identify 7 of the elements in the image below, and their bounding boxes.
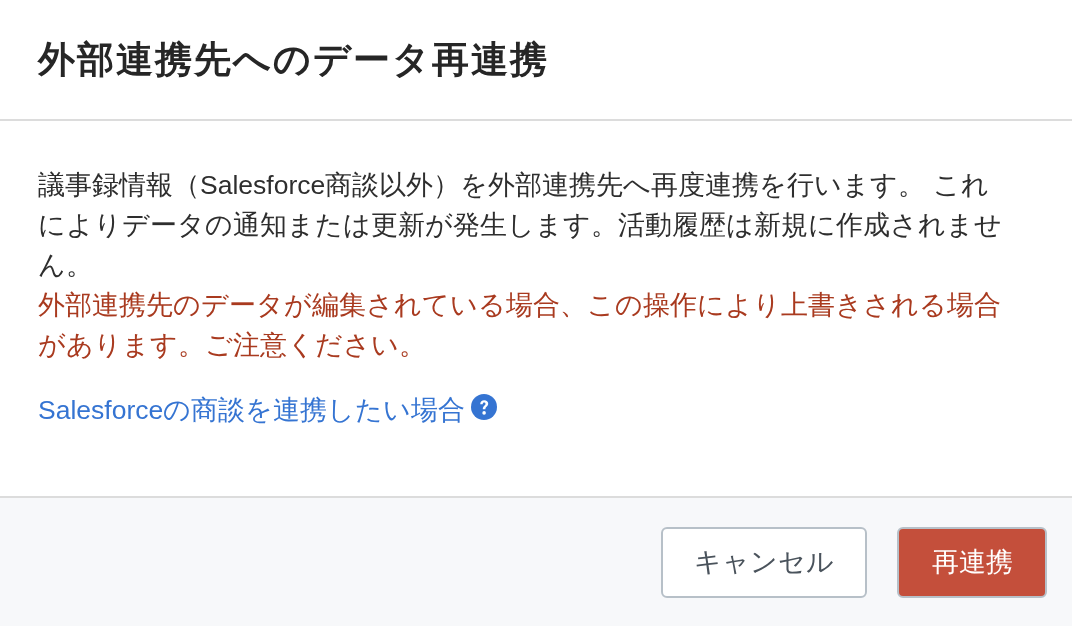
cancel-button[interactable]: キャンセル: [661, 526, 867, 598]
help-link[interactable]: Salesforceの商談を連携したい場合: [38, 390, 466, 430]
help-icon[interactable]: [471, 394, 498, 420]
description-text: 議事録情報（Salesforce商談以外）を外部連携先へ再度連携を行います。 これによりデータの通知または更新が発生します。活動履歴は新規に作成されません。: [38, 169, 1003, 282]
reconnect-button[interactable]: 再連携: [897, 526, 1047, 598]
warning-text: 外部連携先のデータが編集されている場合、この操作により上書きされる場合があります。ご注意ください。: [38, 289, 1002, 362]
dialog-title: 外部連携先へのデータ再連携: [38, 37, 549, 82]
